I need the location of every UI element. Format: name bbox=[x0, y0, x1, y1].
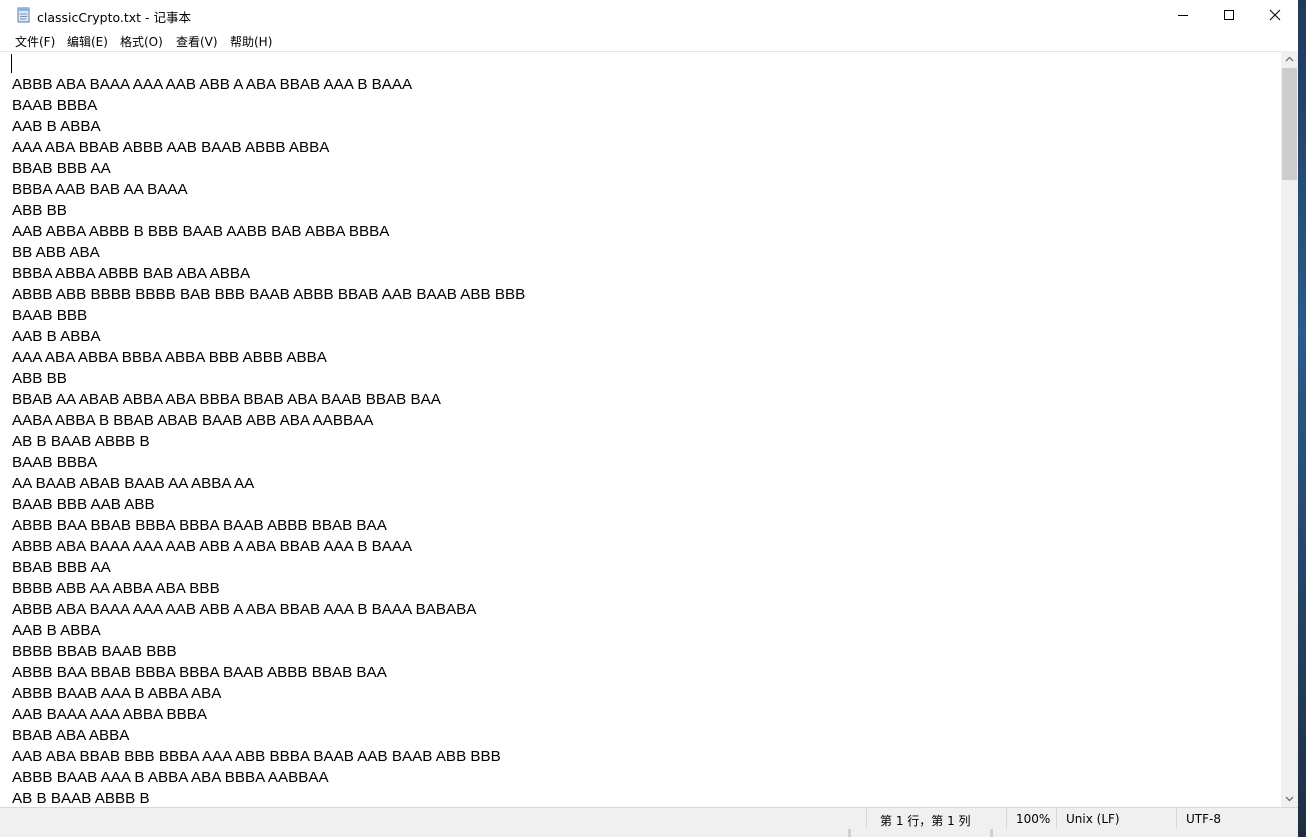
text-line: BBAB BBB AA bbox=[12, 160, 111, 177]
text-line: ABBB ABA BAAA AAA AAB ABB A ABA BBAB AAA… bbox=[12, 601, 477, 618]
editor-lines: ABBB ABA BAAA AAA AAB ABB A ABA BBAB AAA… bbox=[12, 74, 525, 807]
text-line: BBBB BBAB BAAB BBB bbox=[12, 643, 177, 660]
title-bar[interactable]: classicCrypto.txt - 记事本 bbox=[0, 0, 1298, 30]
status-encoding-cell: UTF-8 bbox=[1176, 808, 1298, 829]
text-line: AAA ABA ABBA BBBA ABBA BBB ABBB ABBA bbox=[12, 349, 327, 366]
menu-view[interactable]: 查看(V) bbox=[176, 33, 218, 50]
minimize-icon bbox=[1178, 15, 1188, 16]
text-line: AAB ABA BBAB BBB BBBA AAA ABB BBBA BAAB … bbox=[12, 748, 501, 765]
minimize-button[interactable] bbox=[1160, 0, 1206, 30]
maximize-icon bbox=[1224, 10, 1234, 20]
window-title: classicCrypto.txt - 记事本 bbox=[37, 10, 192, 25]
notepad-window: classicCrypto.txt - 记事本 文件(F) 编辑(E) 格式(O… bbox=[0, 0, 1298, 837]
status-bar: 第 1 行，第 1 列 100% Unix (LF) UTF-8 bbox=[0, 807, 1298, 829]
desktop-background bbox=[1298, 0, 1306, 837]
text-line: ABBB ABA BAAA AAA AAB ABB A ABA BBAB AAA… bbox=[12, 76, 413, 93]
menu-bar: 文件(F) 编辑(E) 格式(O) 查看(V) 帮助(H) bbox=[0, 30, 1298, 51]
text-line: ABBB BAAB AAA B ABBA ABA BBBA AABBAA bbox=[12, 769, 329, 786]
close-button[interactable] bbox=[1252, 0, 1298, 30]
text-line: ABB BB bbox=[12, 370, 67, 387]
text-editor[interactable]: ABBB ABA BAAA AAA AAB ABB A ABA BBAB AAA… bbox=[0, 51, 1281, 807]
zoom-level: 100% bbox=[1016, 812, 1051, 826]
vertical-scrollbar[interactable] bbox=[1281, 51, 1298, 807]
text-line: ABBB ABA BAAA AAA AAB ABB A ABA BBAB AAA… bbox=[12, 538, 413, 555]
text-line: BAAB BBBA bbox=[12, 454, 98, 471]
cursor-position: 第 1 行，第 1 列 bbox=[880, 814, 971, 828]
text-line: BBBB ABB AA ABBA ABA BBB bbox=[12, 580, 220, 597]
text-line: AAB BAAA AAA ABBA BBBA bbox=[12, 706, 208, 723]
menu-edit[interactable]: 编辑(E) bbox=[67, 33, 108, 50]
scrollbar-thumb[interactable] bbox=[1282, 68, 1297, 180]
text-line: ABBB BAA BBAB BBBA BBBA BAAB ABBB BBAB B… bbox=[12, 517, 387, 534]
text-line: AAB B ABBA bbox=[12, 328, 101, 345]
text-line: ABBB BAA BBAB BBBA BBBA BAAB ABBB BBAB B… bbox=[12, 664, 387, 681]
text-line: AAA ABA BBAB ABBB AAB BAAB ABBB ABBA bbox=[12, 139, 330, 156]
status-zoom-cell: 100% bbox=[1006, 808, 1056, 829]
text-line: AAB B ABBA bbox=[12, 622, 101, 639]
text-caret bbox=[11, 54, 12, 73]
window-bottom-edge bbox=[0, 829, 1298, 837]
text-line: AB B BAAB ABBB B bbox=[12, 433, 150, 450]
text-line: AAB ABBA ABBB B BBB BAAB AABB BAB ABBA B… bbox=[12, 223, 390, 240]
scroll-down-button[interactable] bbox=[1281, 790, 1298, 807]
encoding: UTF-8 bbox=[1186, 812, 1221, 826]
text-line: BBBA ABBA ABBB BAB ABA ABBA bbox=[12, 265, 251, 282]
resize-grip bbox=[848, 829, 851, 837]
status-position-cell: 第 1 行，第 1 列 bbox=[866, 808, 1006, 829]
text-line: BBAB BBB AA bbox=[12, 559, 111, 576]
close-icon bbox=[1269, 9, 1281, 21]
text-line: BBBA AAB BAB AA BAAA bbox=[12, 181, 188, 198]
text-line: BAAB BBB AAB ABB bbox=[12, 496, 155, 513]
text-line: AA BAAB ABAB BAAB AA ABBA AA bbox=[12, 475, 255, 492]
text-line: ABBB BAAB AAA B ABBA ABA bbox=[12, 685, 222, 702]
menu-file[interactable]: 文件(F) bbox=[15, 33, 55, 50]
text-line: BB ABB ABA bbox=[12, 244, 100, 261]
text-line: AB B BAAB ABBB B bbox=[12, 790, 150, 807]
text-line: BAAB BBB bbox=[12, 307, 88, 324]
status-line-ending-cell: Unix (LF) bbox=[1056, 808, 1176, 829]
scroll-up-button[interactable] bbox=[1281, 51, 1298, 68]
text-line: AABA ABBA B BBAB ABAB BAAB ABB ABA AABBA… bbox=[12, 412, 374, 429]
text-line: BBAB AA ABAB ABBA ABA BBBA BBAB ABA BAAB… bbox=[12, 391, 441, 408]
menu-format[interactable]: 格式(O) bbox=[120, 33, 163, 50]
maximize-button[interactable] bbox=[1206, 0, 1252, 30]
scroll-down-icon bbox=[1285, 796, 1294, 802]
text-line: BBAB ABA ABBA bbox=[12, 727, 130, 744]
scroll-up-icon bbox=[1285, 56, 1294, 62]
menu-help[interactable]: 帮助(H) bbox=[230, 33, 272, 50]
text-line: ABBB ABB BBBB BBBB BAB BBB BAAB ABBB BBA… bbox=[12, 286, 526, 303]
line-ending: Unix (LF) bbox=[1066, 812, 1120, 826]
text-line: BAAB BBBA bbox=[12, 97, 98, 114]
notepad-icon bbox=[16, 7, 32, 23]
text-line: ABB BB bbox=[12, 202, 67, 219]
text-line: AAB B ABBA bbox=[12, 118, 101, 135]
resize-grip bbox=[990, 829, 993, 837]
